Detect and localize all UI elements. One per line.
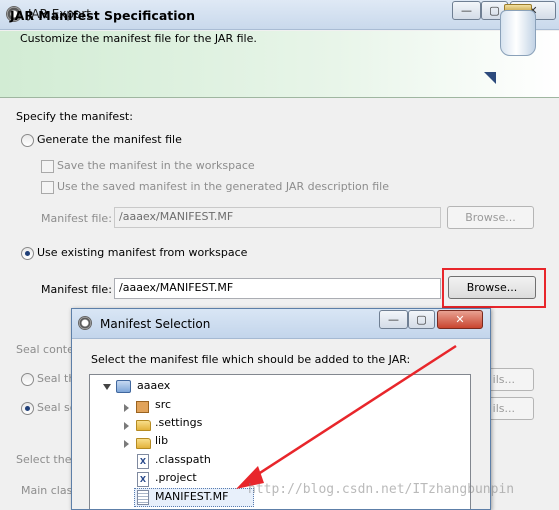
annotation-arrow (236, 344, 457, 489)
watermark: http://blog.csdn.net/ITzhangbunpin (248, 482, 515, 497)
arrow-shaft (251, 344, 457, 480)
